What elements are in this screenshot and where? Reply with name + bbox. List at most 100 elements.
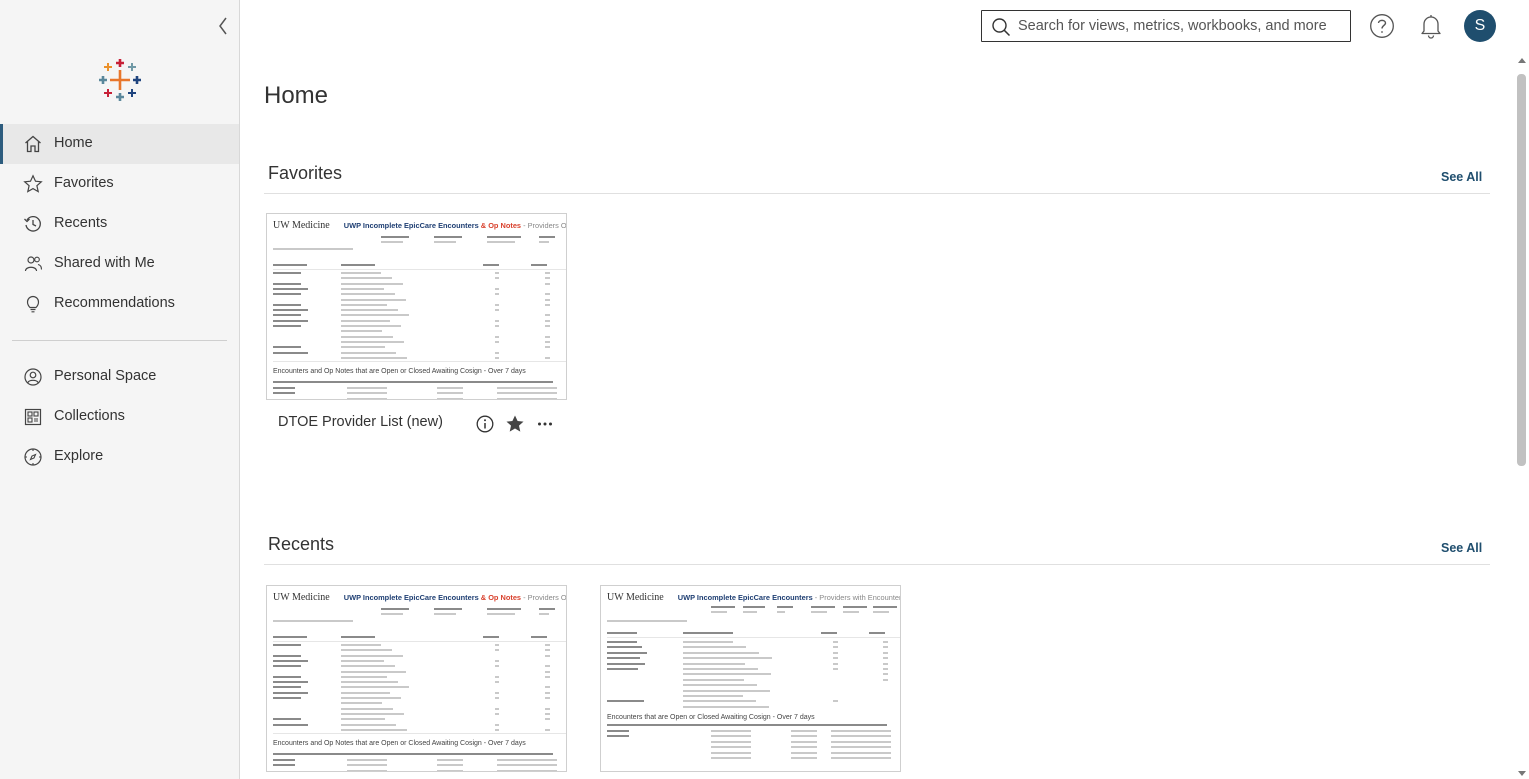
thumbnail-value [495,712,499,715]
thumbnail-provider-name [273,718,301,721]
sidebar-item-label: Collections [54,408,125,424]
favorites-see-all-link[interactable]: See All [1441,170,1482,184]
thumbnail-value [545,335,550,338]
thumbnail-department [341,293,395,296]
sidebar-item-shared-with-me[interactable]: Shared with Me [0,244,239,284]
sidebar-item-favorites[interactable]: Favorites [0,164,239,204]
scrollbar-thumb[interactable] [1517,74,1526,466]
thumbnail-department [683,695,743,697]
thumbnail-bottom-cell [273,392,295,395]
thumbnail-bottom-cell [497,769,557,771]
thumbnail-value [833,641,838,643]
thumbnail-value [833,668,838,670]
thumbnail-title-sub: - Providers Over 7 [523,221,567,230]
card-more-actions-button[interactable] [534,413,556,435]
thumbnail-department [341,686,409,689]
page-title: Home [264,82,329,109]
thumbnail-bottom-cell [273,764,295,767]
thumbnail-value [545,649,550,652]
thumbnail-filter-value [711,611,727,613]
thumbnail-department [341,287,384,290]
favorite-card-thumbnail[interactable]: UW Medicine UWP Incomplete EpicCare Enco… [266,213,567,400]
thumbnail-provider-name [273,697,301,699]
thumbnail-department [683,657,772,660]
thumbnail-value [495,277,499,280]
thumbnail-bottom-cell [711,751,751,754]
thumbnail-caption: Encounters and Op Notes that are Open or… [273,740,526,747]
thumbnail-provider-name [607,641,637,643]
thumbnail-row-line [607,637,900,638]
collapse-sidebar-button[interactable] [214,16,232,36]
thumbnail-value [545,654,550,657]
thumbnail-bottom-cell [791,751,817,754]
thumbnail-value [495,697,499,699]
recents-see-all-link[interactable]: See All [1441,541,1482,555]
notifications-button[interactable] [1419,13,1443,39]
card-favorite-button[interactable] [504,413,526,435]
favorite-card-title[interactable]: DTOE Provider List (new) [278,414,443,430]
thumbnail-bottom-header [607,724,887,726]
thumbnail-provider-name [273,314,301,317]
search-icon[interactable] [991,17,1011,37]
thumbnail-bottom-cell [791,757,817,759]
sidebar-item-recents[interactable]: Recents [0,204,239,244]
thumbnail-title-sub: - Providers Over 7 [523,593,567,602]
thumbnail-value [495,340,499,343]
search-input[interactable] [1018,14,1344,38]
thumbnail-provider-name [273,686,301,689]
thumbnail-provider-name [273,287,308,290]
history-icon [23,214,43,234]
thumbnail-department [341,644,381,646]
thumbnail-filter-label [539,608,555,610]
thumbnail-provider-name [273,675,301,678]
thumbnail-department [683,646,746,649]
thumbnail-value [545,293,550,296]
tableau-logo-icon[interactable] [98,58,142,102]
thumbnail-filter-label [811,606,835,608]
sidebar-item-explore[interactable]: Explore [0,437,239,477]
thumbnail-value [545,356,550,359]
thumbnail-value [495,303,499,306]
sidebar-item-collections[interactable]: Collections [0,397,239,437]
thumbnail-department [341,272,381,274]
thumbnail-value [833,651,838,654]
scroll-down-arrow[interactable] [1518,771,1526,776]
user-avatar[interactable]: S [1464,10,1496,42]
thumbnail-provider-name [273,691,308,694]
more-horizontal-icon [538,422,552,426]
thumbnail-filter-value [777,611,785,613]
thumbnail-filter-value [539,613,549,615]
thumbnail-header: UW Medicine UWP Incomplete EpicCare Enco… [607,592,900,603]
thumbnail-bottom-cell [437,392,463,395]
thumbnail-department [683,689,770,692]
scroll-up-arrow[interactable] [1518,58,1526,63]
thumbnail-value [495,293,499,296]
thumbnail-bottom-cell [497,397,557,399]
thumbnail-bottom-cell [437,397,463,399]
thumbnail-value [545,697,550,699]
thumbnail-department [341,351,396,354]
thumbnail-bottom-cell [711,740,751,743]
thumbnail-filter-value [873,611,889,613]
thumbnail-bottom-cell [497,759,557,761]
thumbnail-department [341,298,406,301]
recent-card-thumbnail[interactable]: UW Medicine UWP Incomplete EpicCare Enco… [266,585,567,772]
thumbnail-col-header [483,264,499,266]
thumbnail-filter-value [434,613,456,615]
thumbnail-value [495,287,499,290]
chevron-left-icon [219,17,227,35]
sidebar-item-recommendations[interactable]: Recommendations [0,284,239,324]
thumbnail-bottom-cell [711,730,751,732]
thumbnail-bottom-cell [831,730,891,732]
recent-card-thumbnail[interactable]: UW Medicine UWP Incomplete EpicCare Enco… [600,585,901,772]
sidebar-item-personal-space[interactable]: Personal Space [0,357,239,397]
card-info-button[interactable] [474,413,496,435]
thumbnail-value [883,646,888,649]
thumbnail-provider-name [273,272,301,274]
help-button[interactable] [1369,13,1395,39]
thumbnail-department [341,728,407,731]
thumbnail-bottom-cell [831,751,891,754]
thumbnail-value [883,678,888,681]
collections-icon [23,407,43,427]
sidebar-item-home[interactable]: Home [0,124,239,164]
